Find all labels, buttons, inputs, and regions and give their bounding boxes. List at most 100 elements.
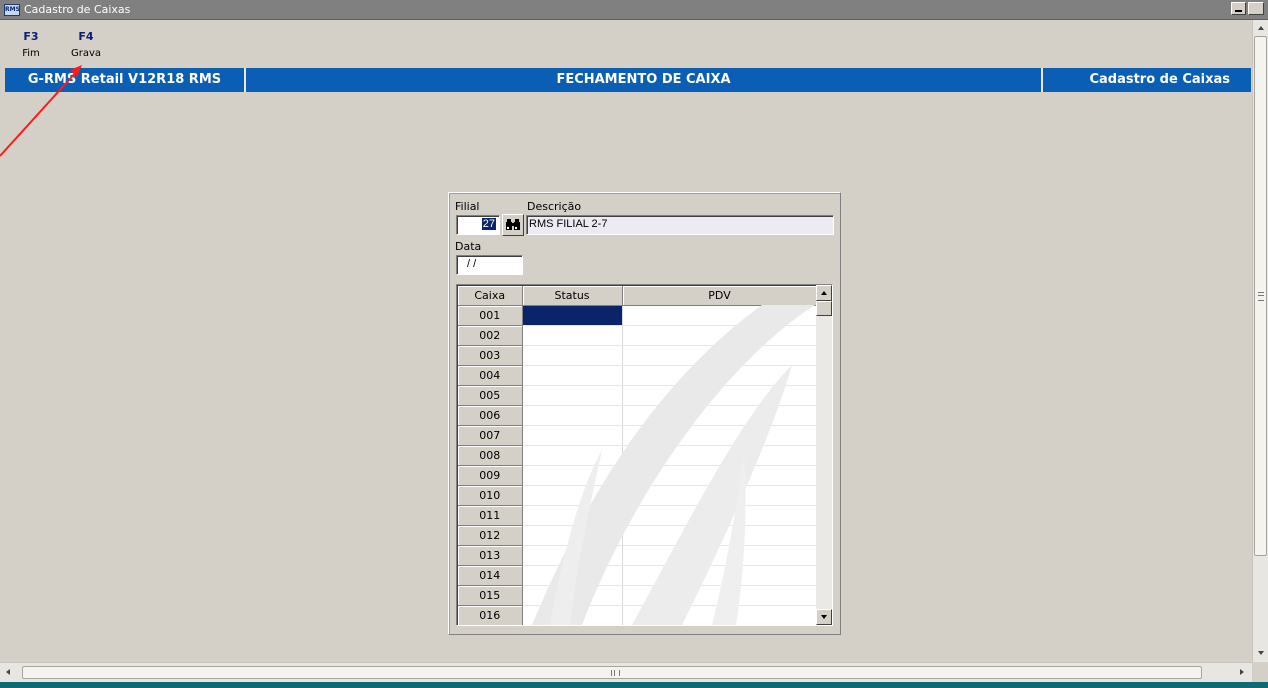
- scroll-up-arrow[interactable]: [1253, 22, 1268, 34]
- table-row[interactable]: 016: [458, 605, 818, 625]
- taskbar-strip: [0, 682, 1268, 688]
- filial-lookup-button[interactable]: [502, 214, 524, 236]
- table-row[interactable]: 008: [458, 445, 818, 466]
- column-header-caixa[interactable]: Caixa: [458, 286, 523, 306]
- window-horizontal-scrollbar[interactable]: [0, 662, 1252, 682]
- status-cell[interactable]: [522, 445, 623, 466]
- status-cell[interactable]: [522, 605, 623, 625]
- descricao-field: RMS FILIAL 2-7: [526, 215, 834, 235]
- table-row[interactable]: 012: [458, 525, 818, 546]
- annotation-arrow: [0, 65, 82, 157]
- data-label: Data: [455, 240, 482, 253]
- status-cell[interactable]: [522, 565, 623, 586]
- vertical-scroll-thumb[interactable]: [1254, 36, 1267, 556]
- caixa-cell[interactable]: 008: [458, 445, 523, 466]
- grid-scroll-down-button[interactable]: [816, 609, 832, 625]
- status-cell[interactable]: [522, 485, 623, 506]
- horizontal-scroll-thumb[interactable]: [22, 666, 1202, 679]
- table-row[interactable]: 002: [458, 325, 818, 346]
- scroll-left-arrow[interactable]: [6, 669, 10, 675]
- pdv-cell[interactable]: [622, 485, 818, 506]
- pdv-cell[interactable]: [622, 525, 818, 546]
- grid-scroll-thumb[interactable]: [816, 301, 832, 316]
- filial-input[interactable]: 27: [456, 215, 500, 235]
- table-row[interactable]: 003: [458, 345, 818, 366]
- grid-scroll-up-button[interactable]: [816, 285, 832, 301]
- caixa-cell[interactable]: 001: [458, 305, 523, 326]
- grid-scrollbar[interactable]: [816, 285, 832, 625]
- caixa-cell[interactable]: 014: [458, 565, 523, 586]
- caixa-cell[interactable]: 009: [458, 465, 523, 486]
- caixa-cell[interactable]: 011: [458, 505, 523, 526]
- data-input[interactable]: / /: [456, 255, 523, 275]
- pdv-cell[interactable]: [622, 345, 818, 366]
- scroll-right-arrow[interactable]: [1240, 669, 1244, 675]
- filial-value: 27: [481, 218, 496, 230]
- status-cell[interactable]: [522, 305, 623, 326]
- status-cell[interactable]: [522, 385, 623, 406]
- column-header-pdv[interactable]: PDV: [622, 286, 818, 306]
- binoculars-icon: [506, 219, 520, 230]
- window-vertical-scrollbar[interactable]: [1252, 20, 1268, 662]
- screen-title: FECHAMENTO DE CAIXA: [556, 72, 731, 87]
- pdv-cell[interactable]: [622, 565, 818, 586]
- status-cell[interactable]: [522, 525, 623, 546]
- table-row[interactable]: 015: [458, 585, 818, 606]
- status-cell[interactable]: [522, 405, 623, 426]
- status-cell[interactable]: [522, 505, 623, 526]
- status-cell[interactable]: [522, 465, 623, 486]
- pdv-cell[interactable]: [622, 325, 818, 346]
- grid-header-row: Caixa Status PDV: [458, 286, 818, 306]
- caixas-table: Caixa Status PDV 001 002 003 004 005 006 007 00…: [458, 286, 818, 625]
- descricao-label: Descrição: [527, 200, 582, 213]
- table-row[interactable]: 004: [458, 365, 818, 386]
- table-row[interactable]: 014: [458, 565, 818, 586]
- module-name: Cadastro de Caixas: [1089, 72, 1230, 87]
- scroll-down-arrow[interactable]: [1253, 648, 1268, 660]
- pdv-cell[interactable]: [622, 385, 818, 406]
- caixa-cell[interactable]: 004: [458, 365, 523, 386]
- pdv-cell[interactable]: [622, 365, 818, 386]
- pdv-cell[interactable]: [622, 505, 818, 526]
- pdv-cell[interactable]: [622, 585, 818, 606]
- caixa-cell[interactable]: 007: [458, 425, 523, 446]
- table-row[interactable]: 001: [458, 305, 818, 326]
- caixa-cell[interactable]: 016: [458, 605, 523, 625]
- close-button[interactable]: [1248, 2, 1264, 15]
- table-row[interactable]: 011: [458, 505, 818, 526]
- caixa-cell[interactable]: 006: [458, 405, 523, 426]
- minimize-button[interactable]: [1231, 2, 1246, 15]
- status-cell[interactable]: [522, 365, 623, 386]
- table-row[interactable]: 007: [458, 425, 818, 446]
- pdv-cell[interactable]: [622, 605, 818, 625]
- table-row[interactable]: 010: [458, 485, 818, 506]
- pdv-cell[interactable]: [622, 405, 818, 426]
- pdv-cell[interactable]: [622, 465, 818, 486]
- grip-icon: [611, 670, 620, 676]
- caixas-grid[interactable]: Caixa Status PDV 001 002 003 004 005 006 007 00…: [456, 284, 833, 626]
- table-row[interactable]: 006: [458, 405, 818, 426]
- table-row[interactable]: 009: [458, 465, 818, 486]
- caixa-cell[interactable]: 010: [458, 485, 523, 506]
- status-cell[interactable]: [522, 585, 623, 606]
- pdv-cell[interactable]: [622, 545, 818, 566]
- pdv-cell[interactable]: [622, 425, 818, 446]
- caixa-cell[interactable]: 015: [458, 585, 523, 606]
- filial-label: Filial: [455, 200, 480, 213]
- table-row[interactable]: 005: [458, 385, 818, 406]
- title-bar: RMS Cadastro de Caixas: [0, 0, 1268, 20]
- status-cell[interactable]: [522, 425, 623, 446]
- caixa-cell[interactable]: 013: [458, 545, 523, 566]
- caixa-cell[interactable]: 003: [458, 345, 523, 366]
- caixa-cell[interactable]: 002: [458, 325, 523, 346]
- status-cell[interactable]: [522, 325, 623, 346]
- status-cell[interactable]: [522, 545, 623, 566]
- status-cell[interactable]: [522, 345, 623, 366]
- pdv-cell[interactable]: [622, 445, 818, 466]
- caixa-cell[interactable]: 005: [458, 385, 523, 406]
- table-row[interactable]: 013: [458, 545, 818, 566]
- module-header-bar: G-RMS Retail V12R18 RMS FECHAMENTO DE CA…: [5, 68, 1251, 92]
- caixa-cell[interactable]: 012: [458, 525, 523, 546]
- column-header-status[interactable]: Status: [522, 286, 623, 306]
- pdv-cell[interactable]: [622, 305, 818, 326]
